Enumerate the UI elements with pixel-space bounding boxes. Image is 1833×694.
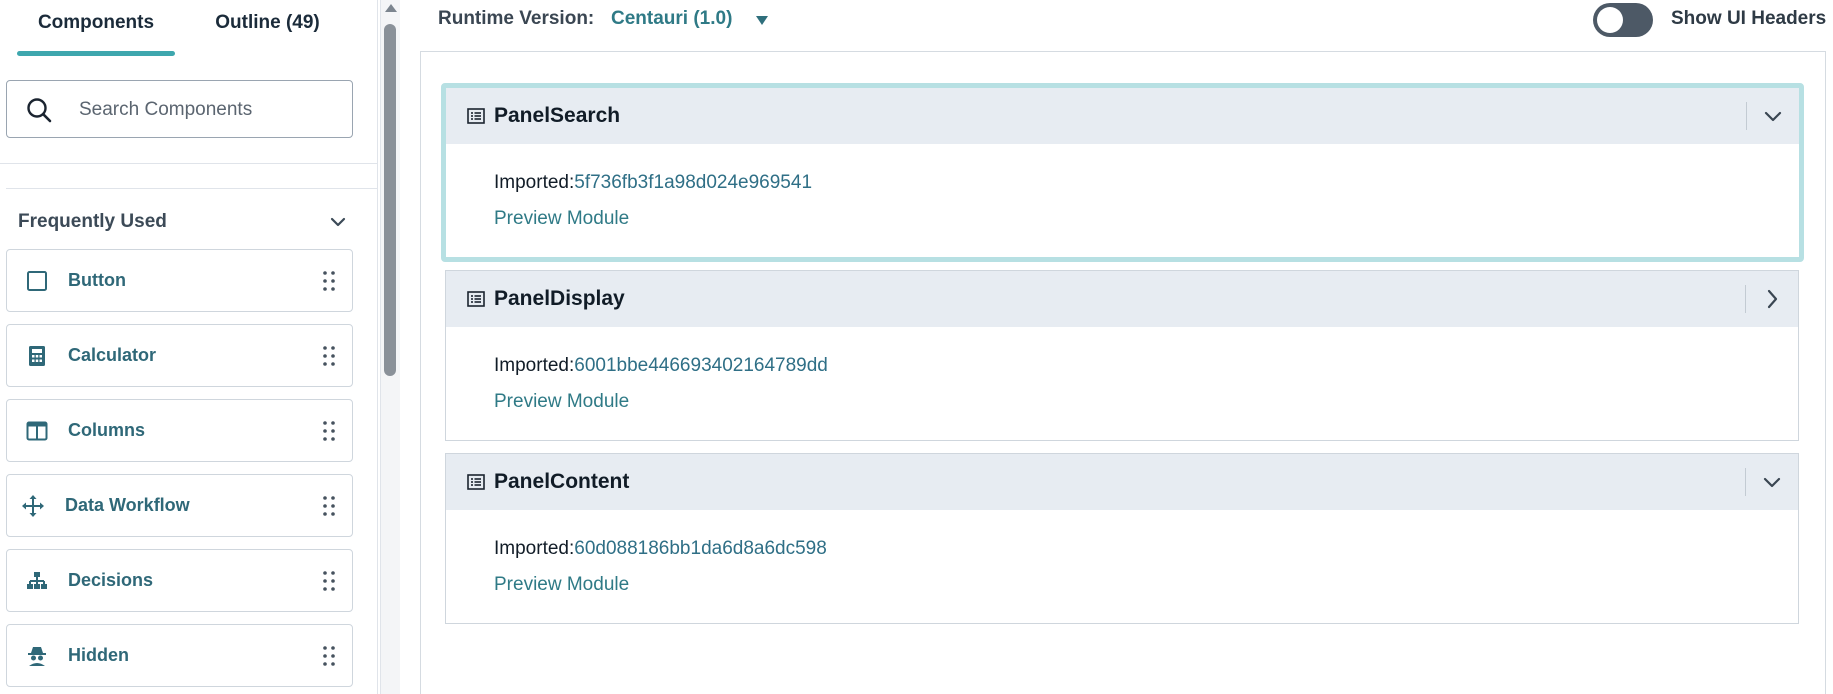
sidebar-tabs: Components Outline (49) [0, 0, 378, 56]
spy-icon [28, 647, 46, 666]
panel-body: Imported:60d088186bb1da6d8a6dc598 Previe… [446, 510, 1798, 623]
sidebar-divider [0, 163, 378, 164]
section-label: Frequently Used [18, 211, 167, 232]
preview-module-link[interactable]: Preview Module [494, 391, 629, 413]
module-id-link[interactable]: 6001bbe446693402164789dd [574, 355, 828, 376]
scroll-up-arrow-icon[interactable] [385, 4, 397, 12]
imported-label: Imported: [494, 172, 575, 193]
section-divider [6, 188, 378, 189]
header-separator [1746, 102, 1747, 130]
tab-components-label: Components [37, 12, 155, 33]
module-id-link[interactable]: 5f736fb3f1a98d024e969541 [574, 172, 812, 193]
imported-label: Imported: [494, 538, 575, 559]
drag-handle-icon[interactable] [322, 345, 336, 367]
header-separator [1745, 285, 1746, 313]
component-label: Decisions [68, 570, 154, 590]
component-label: Button [68, 270, 126, 290]
panel-title: PanelSearch [494, 104, 621, 127]
show-ui-headers-toggle[interactable] [1593, 3, 1653, 37]
caret-down-icon[interactable] [756, 16, 768, 25]
list-icon [467, 291, 485, 307]
show-ui-headers-label: Show UI Headers [1671, 8, 1827, 29]
active-tab-indicator [17, 51, 175, 56]
panel-content[interactable]: PanelContent Imported:60d088186bb1da6d8a… [445, 453, 1799, 624]
tab-outline-label: Outline (49) [215, 12, 320, 33]
frequently-used-section-header[interactable]: Frequently Used [18, 206, 348, 238]
preview-module-link[interactable]: Preview Module [494, 208, 629, 230]
module-id-link[interactable]: 60d088186bb1da6d8a6dc598 [574, 538, 827, 559]
move-arrows-icon [22, 495, 44, 517]
component-item-calculator[interactable]: Calculator [6, 324, 353, 387]
component-label: Hidden [68, 645, 129, 665]
panel-title: PanelContent [494, 470, 630, 493]
search-icon [27, 98, 52, 123]
panel-header[interactable]: PanelSearch [446, 88, 1799, 144]
square-icon [27, 271, 47, 291]
imported-label: Imported: [494, 355, 575, 376]
calculator-icon [29, 346, 45, 366]
sidebar-scrollbar[interactable] [380, 0, 400, 694]
chevron-right-icon[interactable] [1760, 287, 1784, 311]
list-icon [467, 474, 485, 490]
runtime-version-label: Runtime Version: [438, 8, 595, 29]
builder-topbar: Runtime Version: Centauri (1.0) Show UI … [401, 0, 1833, 44]
panel-body: Imported:5f736fb3f1a98d024e969541 Previe… [446, 144, 1799, 257]
chevron-down-icon [330, 217, 346, 227]
panel-title: PanelDisplay [494, 287, 625, 310]
panel-body: Imported:6001bbe446693402164789dd Previe… [446, 327, 1798, 440]
scrollbar-thumb[interactable] [384, 24, 396, 376]
component-item-columns[interactable]: Columns [6, 399, 353, 462]
component-item-data-workflow[interactable]: Data Workflow [6, 474, 353, 537]
drag-handle-icon[interactable] [322, 645, 336, 667]
columns-icon [26, 421, 48, 441]
imported-line: Imported:5f736fb3f1a98d024e969541 [494, 172, 812, 194]
drag-handle-icon[interactable] [322, 570, 336, 592]
panel-header[interactable]: PanelDisplay [446, 271, 1798, 327]
toggle-knob [1597, 7, 1623, 33]
drag-handle-icon[interactable] [322, 270, 336, 292]
drag-handle-icon[interactable] [322, 495, 336, 517]
component-item-decisions[interactable]: Decisions [6, 549, 353, 612]
hierarchy-icon [27, 572, 47, 589]
component-label: Calculator [68, 345, 157, 365]
panel-display[interactable]: PanelDisplay Imported:6001bbe44669340216… [445, 270, 1799, 441]
search-box [6, 80, 353, 138]
list-icon [467, 108, 485, 124]
components-sidebar: Components Outline (49) Frequently Used … [0, 0, 378, 694]
tab-outline[interactable]: Outline (49) [200, 0, 335, 56]
imported-line: Imported:6001bbe446693402164789dd [494, 355, 828, 377]
chevron-down-icon[interactable] [1761, 104, 1785, 128]
header-separator [1745, 468, 1746, 496]
component-label: Data Workflow [65, 495, 190, 515]
search-input[interactable] [79, 93, 339, 127]
panel-search[interactable]: PanelSearch Imported:5f736fb3f1a98d024e9… [441, 83, 1804, 262]
chevron-down-icon[interactable] [1760, 470, 1784, 494]
component-item-button[interactable]: Button [6, 249, 353, 312]
runtime-version-select[interactable]: Centauri (1.0) [611, 8, 732, 30]
panel-header[interactable]: PanelContent [446, 454, 1798, 510]
component-label: Columns [68, 420, 146, 440]
preview-module-link[interactable]: Preview Module [494, 574, 629, 596]
imported-line: Imported:60d088186bb1da6d8a6dc598 [494, 538, 827, 560]
tab-components[interactable]: Components [17, 0, 175, 56]
component-item-hidden[interactable]: Hidden [6, 624, 353, 687]
drag-handle-icon[interactable] [322, 420, 336, 442]
